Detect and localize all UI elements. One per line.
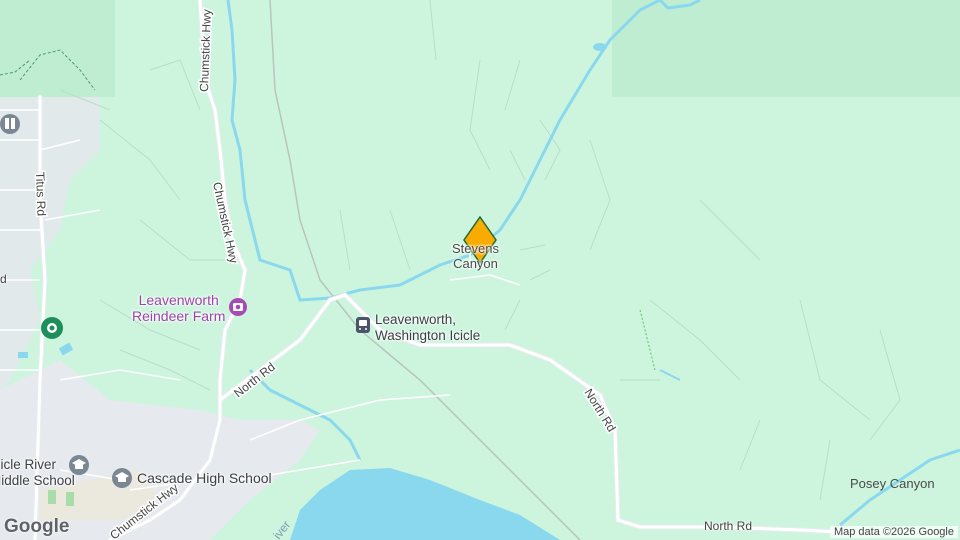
school-icon-cascade[interactable] — [112, 468, 132, 488]
field-1 — [48, 490, 56, 504]
poi-label-reindeer-farm[interactable]: Leavenworth Reindeer Farm — [132, 292, 225, 324]
google-logo: Google — [4, 516, 70, 537]
poi-label-station[interactable]: Leavenworth, Washington Icicle — [375, 312, 480, 343]
map-attribution[interactable]: Map data ©2026 Google — [829, 526, 958, 538]
park-pin-icon[interactable] — [41, 317, 63, 339]
poi-label-icicle-river-school[interactable]: Icicle River Middle School — [0, 457, 75, 488]
road-label-chumstick-top: Chumstick Hwy — [197, 9, 214, 92]
train-station-icon[interactable] — [356, 317, 370, 333]
pond-west-2 — [18, 352, 28, 358]
poi-label-cascade-high[interactable]: Cascade High School — [137, 470, 272, 486]
road-label-titus: Titus Rd — [33, 172, 49, 217]
place-label-stevens-canyon: Stevens Canyon — [452, 241, 499, 271]
forest-area-northwest — [0, 0, 115, 97]
field-2 — [66, 492, 74, 506]
road-label-north-bottom: North Rd — [704, 519, 753, 533]
place-label-posey-canyon: Posey Canyon — [850, 476, 935, 491]
pond — [593, 43, 607, 51]
road-label-partial: d — [0, 272, 7, 286]
library-icon[interactable] — [0, 114, 20, 134]
reindeer-farm-camera-icon[interactable] — [229, 298, 247, 316]
forest-area-northeast — [612, 0, 960, 97]
